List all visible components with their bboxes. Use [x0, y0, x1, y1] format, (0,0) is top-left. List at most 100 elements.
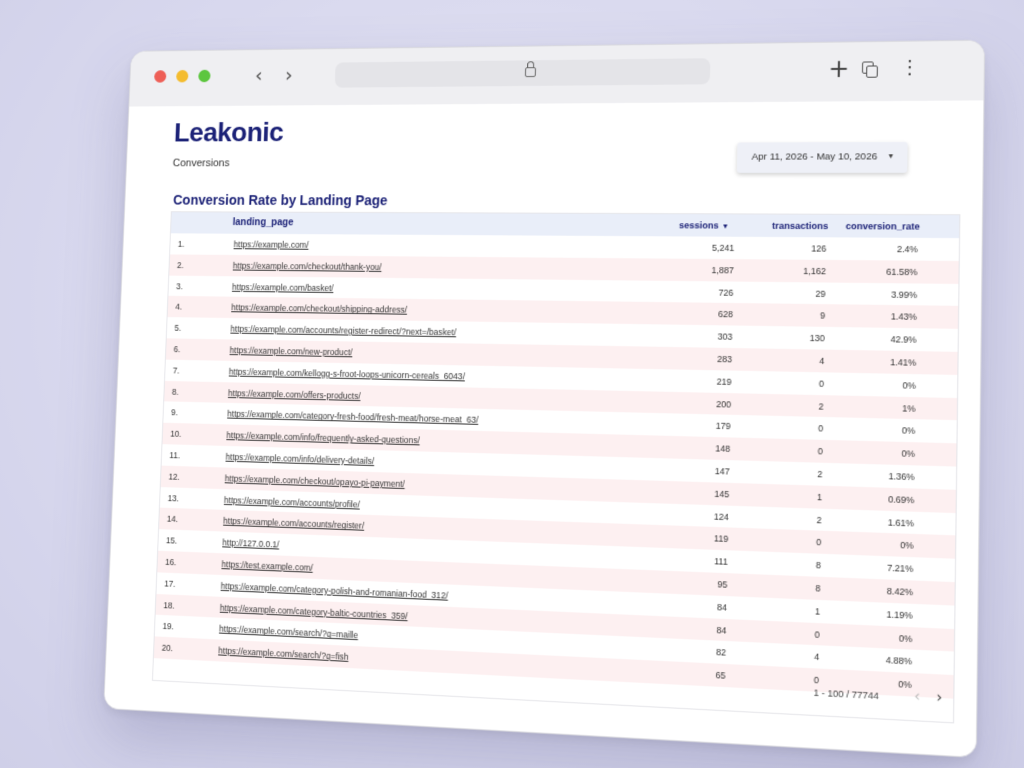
page-subtitle: Conversions: [172, 157, 230, 170]
transactions-value: 130: [809, 333, 825, 344]
transactions-value: 0: [813, 674, 819, 686]
header-landing-page[interactable]: landing_page: [232, 217, 293, 228]
sessions-value: 219: [716, 376, 732, 387]
more-menu-icon[interactable]: ⋮: [900, 56, 920, 81]
landing-page-link[interactable]: https://example.com/checkout/shipping-ad…: [231, 303, 407, 315]
landing-page-link[interactable]: https://example.com/category-baltic-coun…: [220, 602, 408, 620]
landing-page-link[interactable]: https://example.com/info/delivery-detail…: [225, 452, 374, 466]
landing-page-link[interactable]: http://127.0.0.1/: [222, 538, 279, 550]
date-range-label: Apr 11, 2026 - May 10, 2026: [751, 151, 878, 163]
transactions-value: 4: [814, 651, 820, 663]
conversion-rate-value: 0%: [901, 425, 916, 437]
transactions-value: 0: [817, 446, 823, 457]
transactions-value: 0: [814, 628, 820, 640]
transactions-value: 126: [811, 243, 827, 254]
landing-page-link[interactable]: https://test.example.com/: [221, 559, 313, 573]
browser-window: ‹ › + ⋮ Leakonic Conversions Apr 11, 202…: [103, 39, 986, 759]
address-bar[interactable]: [334, 58, 711, 88]
row-index: 1.: [177, 239, 185, 249]
transactions-value: 0: [818, 423, 824, 435]
maximize-window-button[interactable]: [198, 69, 211, 83]
brand-logo: Leakonic: [173, 116, 284, 148]
next-page-icon[interactable]: ›: [936, 689, 942, 706]
landing-page-link[interactable]: https://example.com/info/frequently-aske…: [226, 430, 420, 445]
conversion-table: landing_page sessions ▼ transactions conv…: [151, 211, 961, 724]
table-title: Conversion Rate by Landing Page: [172, 192, 388, 209]
conversion-rate-value: 1%: [902, 402, 916, 414]
sessions-value: 5,241: [711, 242, 735, 254]
sessions-value: 84: [716, 601, 728, 613]
row-index: 8.: [171, 386, 179, 397]
landing-page-link[interactable]: https://example.com/search/?q=maille: [219, 624, 358, 641]
row-index: 9.: [170, 407, 179, 418]
sessions-value: 1,887: [711, 264, 734, 276]
forward-arrow-icon[interactable]: ›: [278, 63, 300, 86]
sessions-value: 200: [716, 398, 732, 410]
conversion-rate-value: 2.4%: [896, 243, 918, 255]
landing-page-link[interactable]: https://example.com/: [234, 240, 309, 250]
conversion-rate-value: 0%: [898, 632, 913, 644]
conversion-rate-value: 8.42%: [886, 585, 914, 598]
sessions-value: 303: [717, 331, 733, 343]
row-index: 16.: [164, 556, 177, 568]
table-body: 1. https://example.com/5,241 126 2.4% 2. http…: [153, 233, 959, 699]
row-index: 10.: [170, 428, 182, 439]
new-tab-plus-icon[interactable]: +: [828, 55, 850, 84]
sessions-value: 111: [714, 556, 728, 568]
landing-page-link[interactable]: https://example.com/new-product/: [230, 345, 353, 357]
header-conversion-rate[interactable]: conversion_rate: [846, 221, 920, 232]
transactions-value: 0: [818, 378, 825, 389]
pagination-range: 1 - 100 / 77744: [813, 687, 879, 702]
conversion-rate-value: 3.99%: [891, 289, 918, 300]
landing-page-link[interactable]: https://example.com/kellogg-s-froot-loop…: [229, 367, 465, 382]
landing-page-link[interactable]: https://example.com/accounts/register/: [223, 516, 364, 531]
close-window-button[interactable]: [154, 70, 167, 83]
sessions-value: 65: [715, 669, 726, 681]
tabs-overview-icon[interactable]: [861, 61, 878, 78]
row-index: 17.: [164, 578, 176, 589]
minimize-window-button[interactable]: [176, 69, 189, 83]
lock-icon: [524, 67, 537, 78]
row-index: 6.: [173, 344, 181, 355]
sessions-value: 95: [717, 578, 728, 590]
sessions-value: 283: [716, 353, 733, 365]
sessions-value: 179: [715, 420, 731, 432]
sessions-value: 726: [718, 287, 734, 298]
transactions-value: 9: [819, 310, 826, 322]
header-sessions[interactable]: sessions ▼: [679, 220, 729, 230]
conversion-rate-value: 7.21%: [886, 562, 914, 575]
landing-page-link[interactable]: https://example.com/accounts/register-re…: [230, 324, 456, 337]
transactions-value: 8: [815, 582, 821, 594]
sessions-value: 145: [714, 488, 730, 500]
landing-page-link[interactable]: https://example.com/offers-products/: [228, 388, 361, 401]
transactions-value: 2: [816, 514, 822, 525]
row-index: 20.: [161, 642, 174, 654]
landing-page-link[interactable]: https://example.com/checkout/thank-you/: [233, 261, 382, 272]
landing-page-link[interactable]: https://example.com/category-fresh-food/…: [227, 409, 478, 425]
transactions-value: 1: [816, 491, 823, 503]
row-index: 18.: [163, 599, 175, 611]
landing-page-link[interactable]: https://example.com/accounts/profile/: [224, 495, 360, 510]
transactions-value: 2: [817, 468, 823, 480]
header-transactions[interactable]: transactions: [772, 221, 828, 232]
transactions-value: 4: [819, 355, 825, 367]
transactions-value: 29: [815, 288, 826, 299]
conversion-rate-value: 0%: [900, 540, 914, 552]
prev-page-icon[interactable]: ‹: [914, 688, 920, 705]
row-index: 13.: [167, 492, 180, 503]
browser-titlebar: ‹ › + ⋮: [129, 40, 985, 108]
transactions-value: 2: [818, 400, 824, 412]
landing-page-link[interactable]: https://example.com/search/?q=fish: [218, 646, 349, 662]
row-index: 7.: [172, 365, 180, 376]
landing-page-link[interactable]: https://example.com/checkout/opayo-pi-pa…: [225, 473, 405, 489]
conversion-rate-value: 0%: [901, 448, 916, 460]
row-index: 11.: [169, 450, 181, 461]
back-arrow-icon[interactable]: ‹: [248, 63, 269, 86]
transactions-value: 1,162: [803, 265, 826, 277]
conversion-rate-value: 0%: [902, 379, 917, 391]
scene: ‹ › + ⋮ Leakonic Conversions Apr 11, 202…: [0, 0, 1024, 768]
row-index: 2.: [176, 260, 184, 270]
conversion-rate-value: 61.58%: [886, 266, 918, 278]
landing-page-link[interactable]: https://example.com/basket/: [232, 282, 334, 293]
date-range-picker[interactable]: Apr 11, 2026 - May 10, 2026 ▼: [736, 141, 908, 173]
